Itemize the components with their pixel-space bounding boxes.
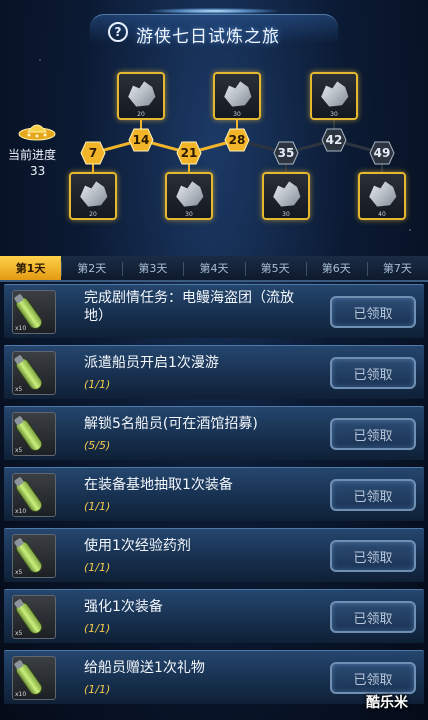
reward-item-qty: x5 xyxy=(15,630,23,637)
milestone-node-35: 35 xyxy=(273,141,299,165)
task-progress: (1/1) xyxy=(84,500,111,513)
task-title: 在装备基地抽取1次装备 xyxy=(84,477,233,493)
claimed-button[interactable]: 已领取 xyxy=(330,662,416,694)
milestone-reward-35[interactable]: 30 xyxy=(262,172,310,220)
milestone-node-28: 28 xyxy=(224,128,250,152)
current-progress-value: 33 xyxy=(30,164,46,178)
reward-qty: 20 xyxy=(137,111,145,118)
reward-qty: 30 xyxy=(233,111,241,118)
task-title: 强化1次装备 xyxy=(84,599,163,615)
reward-qty: 30 xyxy=(282,211,290,218)
task-row: x5 派遣船员开启1次漫游 (1/1) 已领取 xyxy=(4,345,424,399)
task-title: 派遣船员开启1次漫游 xyxy=(84,355,219,371)
task-progress: (5/5) xyxy=(84,439,111,452)
reward-item-qty: x5 xyxy=(15,569,23,576)
reward-qty: 30 xyxy=(330,111,338,118)
task-row: x10 完成剧情任务：电鳗海盗团（流放地） 已领取 xyxy=(4,284,424,338)
watermark: 酷乐米 xyxy=(366,695,408,711)
milestone-reward-7[interactable]: 20 xyxy=(69,172,117,220)
ore-icon xyxy=(273,181,301,207)
task-progress: (1/1) xyxy=(84,378,111,391)
reward-qty: 40 xyxy=(378,211,386,218)
task-progress: (1/1) xyxy=(84,622,111,635)
ore-icon xyxy=(369,181,397,207)
reward-item-slot[interactable]: x10 xyxy=(12,656,56,700)
tab-day-7[interactable]: 第7天 xyxy=(366,256,428,280)
milestone-node-label: 28 xyxy=(228,133,246,147)
claimed-button[interactable]: 已领取 xyxy=(330,418,416,450)
ore-icon xyxy=(128,81,156,107)
reward-item-slot[interactable]: x5 xyxy=(12,412,56,456)
tab-day-6[interactable]: 第6天 xyxy=(305,256,367,280)
ore-icon xyxy=(224,81,252,107)
task-title: 给船员赠送1次礼物 xyxy=(84,660,205,676)
milestone-node-label: 7 xyxy=(88,146,98,160)
tab-day-2[interactable]: 第2天 xyxy=(61,256,122,280)
ore-icon xyxy=(80,181,108,207)
ore-icon xyxy=(321,81,349,107)
milestone-reward-42[interactable]: 30 xyxy=(310,72,358,120)
milestone-node-label: 14 xyxy=(132,133,150,147)
reward-item-qty: x10 xyxy=(15,325,27,332)
reward-qty: 20 xyxy=(89,211,97,218)
task-title: 使用1次经验药剂 xyxy=(84,538,191,554)
milestone-reward-14[interactable]: 20 xyxy=(117,72,165,120)
milestone-node-42: 42 xyxy=(321,128,347,152)
current-progress-label: 当前进度 xyxy=(8,148,57,162)
tab-day-3[interactable]: 第3天 xyxy=(122,256,183,280)
reward-item-slot[interactable]: x5 xyxy=(12,534,56,578)
claimed-button[interactable]: 已领取 xyxy=(330,540,416,572)
claimed-button[interactable]: 已领取 xyxy=(330,479,416,511)
task-row: x10 在装备基地抽取1次装备 (1/1) 已领取 xyxy=(4,467,424,521)
milestone-node-14: 14 xyxy=(128,128,154,152)
progress-map: 20 30 30 20 30 30 40 7 14 21 28 35 42 49… xyxy=(0,50,428,255)
day-tabs: 第1天 第2天 第3天 第4天 第5天 第6天 第7天 xyxy=(0,256,428,282)
reward-item-slot[interactable]: x5 xyxy=(12,595,56,639)
task-row: x5 强化1次装备 (1/1) 已领取 xyxy=(4,589,424,643)
task-row: x5 使用1次经验药剂 (1/1) 已领取 xyxy=(4,528,424,582)
task-title: 解锁5名船员(可在酒馆招募) xyxy=(84,416,258,432)
tab-day-5[interactable]: 第5天 xyxy=(244,256,306,280)
claimed-button[interactable]: 已领取 xyxy=(330,296,416,328)
milestone-node-label: 35 xyxy=(277,146,295,160)
tab-day-4[interactable]: 第4天 xyxy=(183,256,244,280)
tab-day-1[interactable]: 第1天 xyxy=(0,256,62,280)
page-title: 游侠七日试炼之旅 xyxy=(136,27,280,47)
reward-qty: 30 xyxy=(185,211,193,218)
task-progress: (1/1) xyxy=(84,561,111,574)
milestone-node-label: 49 xyxy=(373,146,391,160)
milestone-reward-21[interactable]: 30 xyxy=(165,172,213,220)
reward-item-slot[interactable]: x10 xyxy=(12,473,56,517)
task-row: x10 给船员赠送1次礼物 (1/1) 已领取 xyxy=(4,650,424,704)
reward-item-slot[interactable]: x5 xyxy=(12,351,56,395)
milestone-node-49: 49 xyxy=(369,141,395,165)
milestone-node-21: 21 xyxy=(176,141,202,165)
help-icon[interactable]: ? xyxy=(108,22,128,42)
reward-item-slot[interactable]: x10 xyxy=(12,290,56,334)
milestone-node-7: 7 xyxy=(80,141,106,165)
claimed-button[interactable]: 已领取 xyxy=(330,357,416,389)
ufo-icon xyxy=(18,124,56,141)
claimed-button[interactable]: 已领取 xyxy=(330,601,416,633)
milestone-reward-28[interactable]: 30 xyxy=(213,72,261,120)
reward-item-qty: x5 xyxy=(15,447,23,454)
task-row: x5 解锁5名船员(可在酒馆招募) (5/5) 已领取 xyxy=(4,406,424,460)
task-progress: (1/1) xyxy=(84,683,111,696)
milestone-node-label: 42 xyxy=(325,133,343,147)
milestone-reward-49[interactable]: 40 xyxy=(358,172,406,220)
task-title: 完成剧情任务：电鳗海盗团（流放地） xyxy=(84,290,294,324)
reward-item-qty: x10 xyxy=(15,691,27,698)
header: ? 游侠七日试炼之旅 xyxy=(0,0,428,50)
ore-icon xyxy=(176,181,204,207)
milestone-node-label: 21 xyxy=(180,146,198,160)
reward-item-qty: x5 xyxy=(15,386,23,393)
reward-item-qty: x10 xyxy=(15,508,27,515)
